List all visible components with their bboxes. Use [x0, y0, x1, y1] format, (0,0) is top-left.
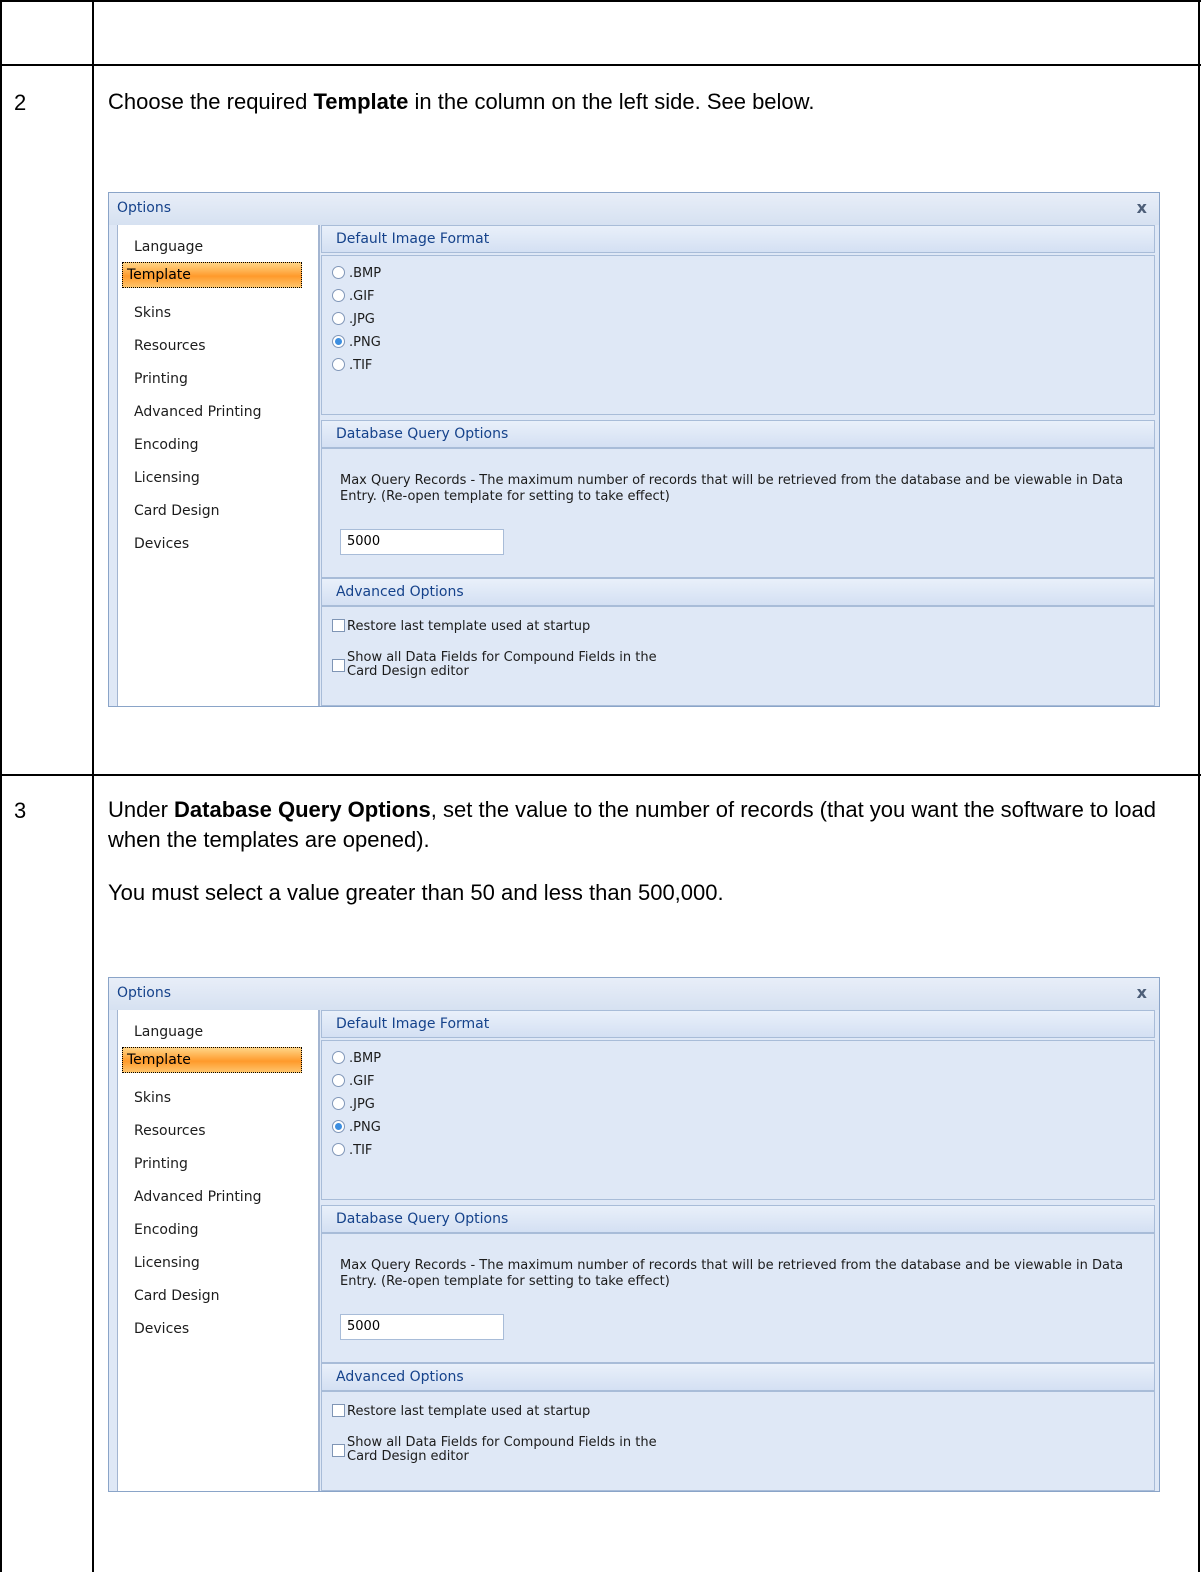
radio-jpg[interactable]: .JPG [332, 1097, 375, 1112]
radio-bmp[interactable]: .BMP [332, 266, 381, 281]
query-options-group: Max Query Records - The maximum number o… [321, 1233, 1155, 1363]
radio-selected-icon [332, 1120, 345, 1133]
nav-item-licensing[interactable]: Licensing [134, 1255, 200, 1271]
close-icon[interactable]: x [1137, 198, 1147, 217]
nav-item-template[interactable]: Template [122, 262, 302, 288]
restore-template-checkbox[interactable]: Restore last template used at startup [332, 1404, 590, 1419]
radio-icon [332, 1097, 345, 1110]
image-format-header: Default Image Format [321, 225, 1155, 253]
radio-selected-icon [332, 335, 345, 348]
nav-item-advanced-printing[interactable]: Advanced Printing [134, 404, 261, 420]
table-border-top [0, 0, 1201, 2]
nav-item-devices[interactable]: Devices [134, 536, 189, 552]
radio-png[interactable]: .PNG [332, 335, 381, 350]
radio-gif[interactable]: .GIF [332, 1074, 375, 1089]
radio-bmp[interactable]: .BMP [332, 1051, 381, 1066]
step-instruction: Choose the required Template in the colu… [108, 89, 815, 114]
options-dialog: Options x Language Template Skins Resour… [108, 977, 1160, 1492]
restore-template-checkbox[interactable]: Restore last template used at startup [332, 619, 590, 634]
nav-item-devices[interactable]: Devices [134, 1321, 189, 1337]
checkbox-icon [332, 1404, 345, 1417]
nav-item-printing[interactable]: Printing [134, 1156, 188, 1172]
table-border-right [1198, 0, 1200, 1572]
image-format-group: .BMP .GIF .JPG .PNG .TIF [321, 1040, 1155, 1200]
radio-jpg[interactable]: .JPG [332, 312, 375, 327]
nav-item-card-design[interactable]: Card Design [134, 503, 220, 519]
step-number: 3 [14, 798, 27, 823]
radio-icon [332, 266, 345, 279]
radio-icon [332, 1074, 345, 1087]
radio-icon [332, 289, 345, 302]
radio-tif[interactable]: .TIF [332, 1143, 372, 1158]
step-note: You must select a value greater than 50 … [108, 880, 724, 905]
advanced-options-header: Advanced Options [321, 578, 1155, 606]
nav-item-language[interactable]: Language [134, 239, 203, 255]
query-options-header: Database Query Options [321, 1205, 1155, 1233]
nav-item-skins[interactable]: Skins [134, 1090, 171, 1106]
advanced-options-header: Advanced Options [321, 1363, 1155, 1391]
advanced-options-group: Restore last template used at startup Sh… [321, 1391, 1155, 1491]
radio-icon [332, 1051, 345, 1064]
nav-item-card-design[interactable]: Card Design [134, 1288, 220, 1304]
nav-item-skins[interactable]: Skins [134, 305, 171, 321]
image-format-group: .BMP .GIF .JPG .PNG .TIF [321, 255, 1155, 415]
nav-item-advanced-printing[interactable]: Advanced Printing [134, 1189, 261, 1205]
table-column-divider [92, 0, 94, 1572]
nav-item-template[interactable]: Template [122, 1047, 302, 1073]
step-number: 2 [14, 90, 27, 115]
image-format-header: Default Image Format [321, 1010, 1155, 1038]
step-instruction: Under Database Query Options, set the va… [108, 797, 1156, 852]
options-nav: Language Template Skins Resources Printi… [117, 1010, 320, 1491]
nav-item-language[interactable]: Language [134, 1024, 203, 1040]
nav-item-licensing[interactable]: Licensing [134, 470, 200, 486]
dialog-title: Options [117, 200, 172, 216]
radio-gif[interactable]: .GIF [332, 289, 375, 304]
nav-item-resources[interactable]: Resources [134, 1123, 206, 1139]
dialog-titlebar: Options x [109, 978, 1159, 1010]
nav-item-encoding[interactable]: Encoding [134, 1222, 199, 1238]
radio-icon [332, 1143, 345, 1156]
advanced-options-group: Restore last template used at startup Sh… [321, 606, 1155, 706]
close-icon[interactable]: x [1137, 983, 1147, 1002]
options-nav: Language Template Skins Resources Printi… [117, 225, 320, 706]
nav-item-resources[interactable]: Resources [134, 338, 206, 354]
checkbox-icon [332, 659, 345, 672]
query-options-group: Max Query Records - The maximum number o… [321, 448, 1155, 578]
options-dialog: Options x Language Template Skins Resour… [108, 192, 1160, 707]
max-query-records-input[interactable]: 5000 [340, 1314, 504, 1340]
checkbox-icon [332, 619, 345, 632]
radio-icon [332, 312, 345, 325]
radio-tif[interactable]: .TIF [332, 358, 372, 373]
table-border-left [0, 0, 2, 1572]
radio-icon [332, 358, 345, 371]
max-query-records-input[interactable]: 5000 [340, 529, 504, 555]
query-description: Max Query Records - The maximum number o… [340, 1258, 1124, 1289]
checkbox-icon [332, 1444, 345, 1457]
nav-item-encoding[interactable]: Encoding [134, 437, 199, 453]
dialog-titlebar: Options x [109, 193, 1159, 225]
table-row-divider-1 [0, 64, 1201, 66]
table-row-divider-2 [0, 774, 1201, 776]
nav-item-printing[interactable]: Printing [134, 371, 188, 387]
dialog-title: Options [117, 985, 172, 1001]
query-description: Max Query Records - The maximum number o… [340, 473, 1124, 504]
radio-png[interactable]: .PNG [332, 1120, 381, 1135]
query-options-header: Database Query Options [321, 420, 1155, 448]
